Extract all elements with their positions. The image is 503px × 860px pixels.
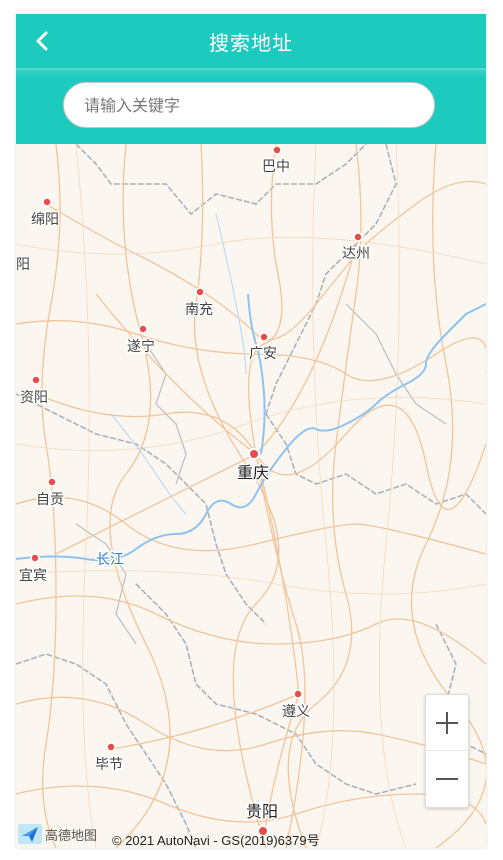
city-label-guangan: 广安: [249, 346, 277, 362]
header-bar: 搜索地址: [16, 14, 486, 68]
river-label-changjiang: 长江: [96, 552, 124, 568]
search-input[interactable]: [63, 82, 435, 128]
city-label-chongqing: 重庆: [237, 463, 269, 482]
zoom-in-button[interactable]: [426, 695, 468, 751]
city-label-edge: 阳: [16, 257, 30, 273]
map-view[interactable]: 巴中 绵阳 阳 达州 南充 遂宁 广安 资阳 重庆 自贡 长江 宜宾 遵义 毕节…: [16, 144, 486, 848]
city-label-dazhou: 达州: [342, 246, 370, 262]
city-label-bazhong: 巴中: [262, 159, 290, 175]
city-label-suining: 遂宁: [127, 338, 155, 355]
page-title: 搜索地址: [209, 31, 293, 55]
zoom-control: [425, 694, 469, 808]
app-frame: 搜索地址 请输入关键字 巴中 绵阳 阳 达州 南充 遂宁 广安 资阳 重庆 自贡…: [16, 14, 486, 848]
city-label-zigong: 自贡: [36, 492, 64, 508]
city-label-zunyi: 遵义: [282, 703, 310, 720]
map-provider-logo: 高德地图: [18, 824, 97, 844]
map-canvas[interactable]: 巴中 绵阳 阳 达州 南充 遂宁 广安 资阳 重庆 自贡 长江 宜宾 遵义 毕节…: [16, 144, 486, 848]
city-label-mianyang: 绵阳: [31, 211, 59, 228]
city-label-bijie: 毕节: [95, 757, 123, 773]
search-bar: [16, 68, 486, 144]
map-copyright: © 2021 AutoNavi - GS(2019)6379号: [112, 833, 320, 848]
amap-logo-icon: [18, 824, 42, 844]
city-label-nanchong: 南充: [185, 302, 213, 318]
map-provider-name: 高德地图: [45, 828, 98, 844]
city-label-yibin: 宜宾: [19, 568, 47, 584]
city-label-ziyang: 资阳: [20, 390, 48, 406]
city-label-guiyang: 贵阳: [246, 802, 278, 821]
zoom-out-button[interactable]: [426, 751, 468, 806]
